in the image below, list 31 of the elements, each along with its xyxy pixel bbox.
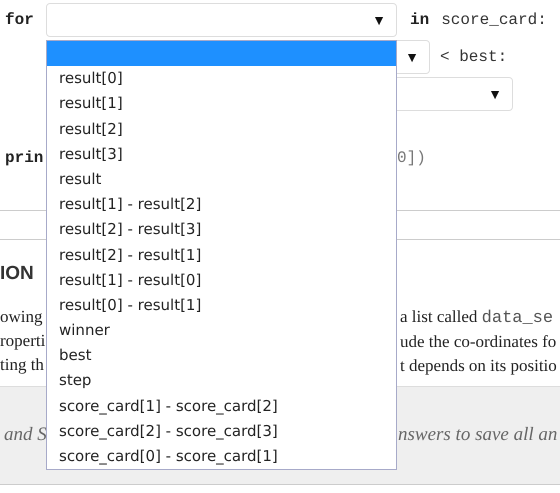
- code-keyword: in: [410, 10, 430, 31]
- dropdown-select[interactable]: ▼: [46, 3, 397, 37]
- dropdown-option[interactable]: [47, 41, 396, 66]
- dropdown-option[interactable]: result[0] - result[1]: [47, 292, 396, 318]
- dropdown-option[interactable]: score_card[1] - score_card[2]: [47, 394, 396, 419]
- footer-note: nswers to save all an: [398, 423, 558, 448]
- dropdown-option[interactable]: step: [47, 368, 396, 394]
- dropdown-option[interactable]: result[2] - result[1]: [47, 242, 396, 268]
- paragraph-text: ting th: [0, 355, 44, 374]
- paragraph-text: a list called data_se: [400, 306, 554, 330]
- paragraph-text: ude the co-ordinates fo: [400, 331, 556, 353]
- code-text: 0]): [397, 148, 426, 169]
- code-text: < best:: [440, 47, 508, 68]
- dropdown-option[interactable]: best: [47, 343, 396, 368]
- dropdown-option[interactable]: result[1] - result[2]: [47, 192, 396, 218]
- dropdown-option[interactable]: result[2] - result[3]: [47, 217, 396, 242]
- footer-note: and S: [4, 424, 47, 446]
- paragraph-text: owing: [0, 307, 42, 326]
- code-text: score_card:: [441, 10, 547, 31]
- dropdown-option[interactable]: result: [47, 166, 396, 192]
- paragraph-text: t depends on its positio: [400, 355, 557, 377]
- code-keyword: prin: [5, 149, 44, 167]
- code-keyword: for: [4, 10, 35, 31]
- paragraph-text: roperti: [0, 331, 46, 350]
- dropdown-option[interactable]: score_card[0] - score_card[1]: [47, 444, 396, 470]
- section-heading: ION: [0, 263, 34, 284]
- dropdown-option[interactable]: result[2]: [47, 116, 396, 142]
- dropdown-option[interactable]: winner: [47, 318, 396, 344]
- dropdown-option[interactable]: result[1] - result[0]: [47, 268, 396, 293]
- dropdown-option[interactable]: result[3]: [47, 142, 396, 167]
- dropdown-option[interactable]: score_card[2] - score_card[3]: [47, 418, 396, 444]
